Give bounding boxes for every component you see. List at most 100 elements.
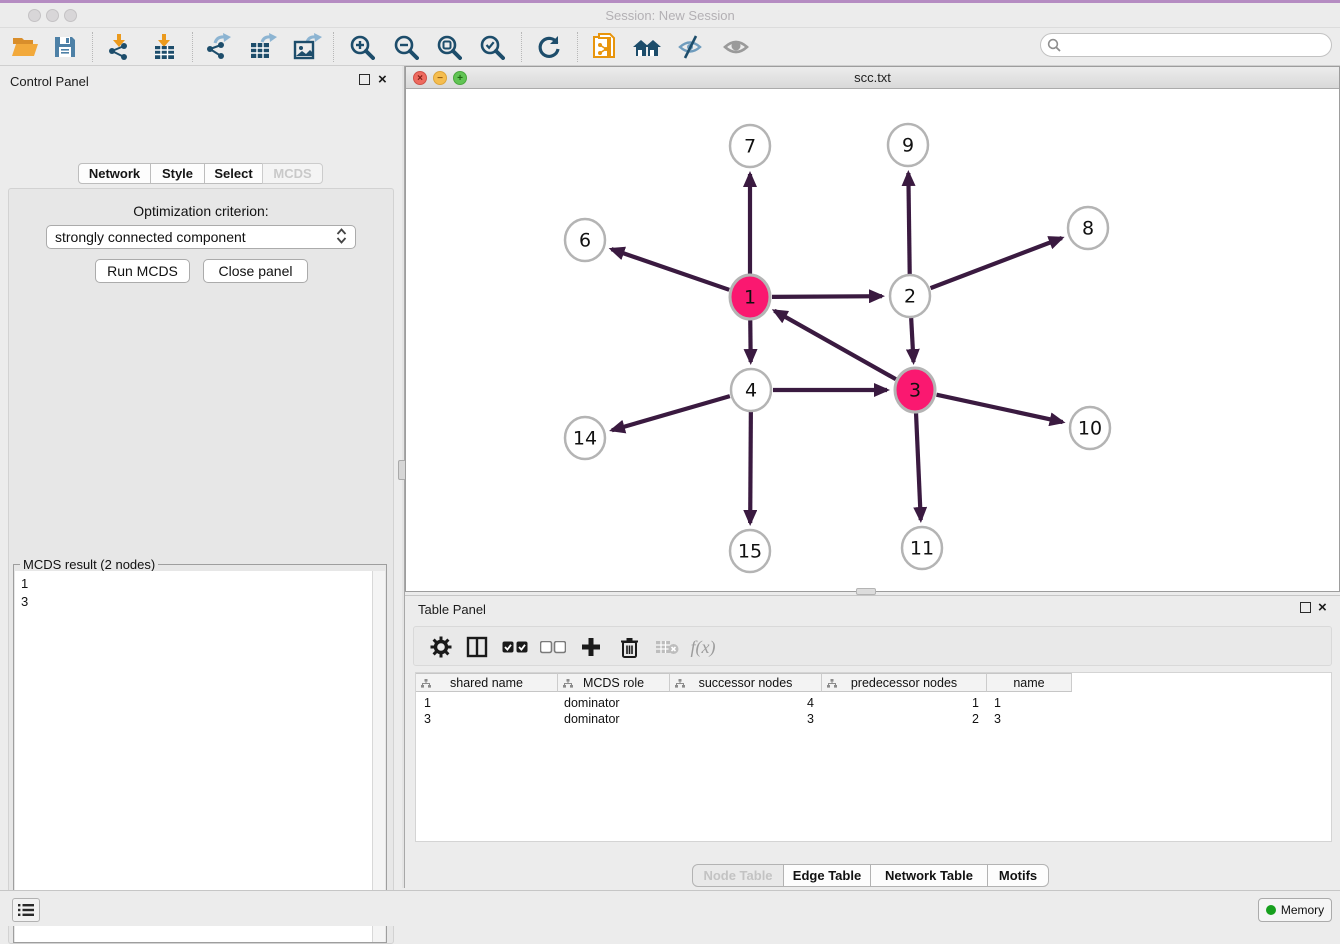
graph-edge-2-9[interactable] bbox=[908, 173, 909, 274]
tab-mcds[interactable]: MCDS bbox=[262, 163, 323, 184]
export-table-icon bbox=[248, 33, 278, 61]
graph-edge-4-14[interactable] bbox=[612, 396, 730, 430]
graph-node-label: 10 bbox=[1078, 418, 1102, 440]
window-title: Session: New Session bbox=[0, 3, 1340, 28]
add-row-button[interactable] bbox=[576, 634, 606, 660]
column-header-shared-name[interactable]: shared name bbox=[416, 673, 558, 692]
toolbar-separator bbox=[577, 32, 578, 62]
mcds-result-title: MCDS result (2 nodes) bbox=[20, 557, 158, 572]
graph-edge-3-10[interactable] bbox=[936, 395, 1062, 422]
float-table-panel-icon[interactable] bbox=[1300, 602, 1311, 613]
tab-network[interactable]: Network bbox=[78, 163, 151, 184]
node-table[interactable]: shared name MCDS role successor nodes bbox=[415, 672, 1332, 842]
mcds-result-scrollbar[interactable] bbox=[372, 571, 385, 942]
export-network-button[interactable] bbox=[200, 30, 238, 64]
column-header-name[interactable]: name bbox=[987, 673, 1072, 692]
graph-edge-2-8[interactable] bbox=[931, 238, 1062, 288]
search-field[interactable] bbox=[1040, 33, 1332, 57]
float-panel-icon[interactable] bbox=[359, 74, 370, 85]
optimization-criterion-label: Optimization criterion: bbox=[9, 203, 393, 219]
export-image-button[interactable] bbox=[288, 30, 326, 64]
plus-icon bbox=[581, 637, 601, 657]
export-table-button[interactable] bbox=[244, 30, 282, 64]
deselect-all-button[interactable] bbox=[538, 634, 568, 660]
graph-edge-2-3[interactable] bbox=[911, 318, 913, 362]
function-builder-button[interactable]: f(x) bbox=[688, 634, 718, 660]
control-panel: Control Panel × Network Style Select MCD… bbox=[0, 66, 402, 888]
minimize-traffic-light[interactable] bbox=[46, 9, 59, 22]
graph-node-label: 6 bbox=[579, 230, 591, 252]
table-settings-button[interactable] bbox=[426, 634, 456, 660]
graph-edge-3-1[interactable] bbox=[774, 311, 895, 379]
mcds-result-text[interactable]: 1 3 bbox=[15, 571, 373, 942]
column-header-mcds-role[interactable]: MCDS role bbox=[558, 673, 670, 692]
horizontal-splitter-grip[interactable] bbox=[856, 588, 876, 595]
network-minimize-button[interactable]: − bbox=[433, 71, 447, 85]
close-panel-icon[interactable]: × bbox=[378, 74, 387, 85]
eye-icon bbox=[722, 35, 750, 59]
clone-network-button[interactable] bbox=[586, 30, 624, 64]
zoom-fit-button[interactable] bbox=[430, 30, 468, 64]
column-header-predecessor-nodes[interactable]: predecessor nodes bbox=[822, 673, 987, 692]
column-header-successor-nodes[interactable]: successor nodes bbox=[670, 673, 822, 692]
import-network-button[interactable] bbox=[101, 30, 139, 64]
optimization-dropdown[interactable]: strongly connected component bbox=[46, 225, 356, 249]
close-table-panel-icon[interactable]: × bbox=[1318, 602, 1327, 613]
show-columns-button[interactable] bbox=[462, 634, 492, 660]
network-window-titlebar[interactable]: × − + scc.txt bbox=[406, 67, 1339, 89]
import-table-button[interactable] bbox=[146, 30, 184, 64]
tab-node-table[interactable]: Node Table bbox=[692, 864, 784, 887]
tab-edge-table[interactable]: Edge Table bbox=[783, 864, 871, 887]
tab-style[interactable]: Style bbox=[150, 163, 205, 184]
zoom-selected-icon bbox=[479, 34, 505, 60]
tab-select[interactable]: Select bbox=[204, 163, 263, 184]
delete-table-button[interactable] bbox=[652, 634, 682, 660]
refresh-icon bbox=[536, 34, 562, 60]
main-toolbar bbox=[0, 28, 1340, 66]
zoom-traffic-light[interactable] bbox=[64, 9, 77, 22]
graph-edge-4-15[interactable] bbox=[750, 412, 751, 523]
table-toolbar: f(x) bbox=[413, 626, 1332, 666]
network-canvas[interactable]: 7968124314101511 bbox=[406, 89, 1339, 591]
close-traffic-light[interactable] bbox=[28, 9, 41, 22]
fx-icon: f(x) bbox=[691, 637, 716, 658]
delete-row-button[interactable] bbox=[614, 634, 644, 660]
network-zoom-button[interactable]: + bbox=[453, 71, 467, 85]
hide-selected-button[interactable] bbox=[672, 30, 710, 64]
graph-edge-1-2[interactable] bbox=[772, 296, 882, 297]
run-mcds-button[interactable]: Run MCDS bbox=[95, 259, 190, 283]
mcds-panel-body: Optimization criterion: strongly connect… bbox=[8, 188, 394, 944]
attribute-icon bbox=[827, 679, 837, 688]
export-image-icon bbox=[292, 33, 322, 61]
show-all-button[interactable] bbox=[717, 30, 755, 64]
close-panel-button[interactable]: Close panel bbox=[203, 259, 308, 283]
graph-edge-1-6[interactable] bbox=[611, 249, 729, 290]
tab-motifs[interactable]: Motifs bbox=[987, 864, 1049, 887]
mcds-result-group: MCDS result (2 nodes) 1 3 bbox=[13, 564, 387, 943]
first-neighbors-button[interactable] bbox=[628, 30, 666, 64]
save-icon bbox=[53, 35, 77, 59]
save-session-button[interactable] bbox=[46, 30, 84, 64]
search-input[interactable] bbox=[1061, 38, 1331, 53]
import-network-icon bbox=[106, 33, 134, 61]
open-session-button[interactable] bbox=[6, 30, 44, 64]
export-network-icon bbox=[205, 33, 233, 61]
status-bar: Memory bbox=[0, 890, 1340, 926]
network-close-button[interactable]: × bbox=[413, 71, 427, 85]
task-history-button[interactable] bbox=[12, 898, 40, 922]
zoom-out-button[interactable] bbox=[387, 30, 425, 64]
graph-edge-3-11[interactable] bbox=[916, 412, 921, 520]
memory-label: Memory bbox=[1281, 903, 1324, 917]
tab-network-table[interactable]: Network Table bbox=[870, 864, 988, 887]
graph-node-label: 11 bbox=[910, 538, 934, 560]
table-panel: Table Panel × bbox=[405, 595, 1340, 888]
zoom-selected-button[interactable] bbox=[473, 30, 511, 64]
zoom-fit-icon bbox=[436, 34, 462, 60]
houses-icon bbox=[631, 35, 663, 59]
select-all-button[interactable] bbox=[500, 634, 530, 660]
refresh-button[interactable] bbox=[530, 30, 568, 64]
zoom-in-button[interactable] bbox=[343, 30, 381, 64]
control-panel-title: Control Panel bbox=[10, 74, 89, 89]
search-icon bbox=[1047, 38, 1061, 52]
memory-button[interactable]: Memory bbox=[1258, 898, 1332, 922]
